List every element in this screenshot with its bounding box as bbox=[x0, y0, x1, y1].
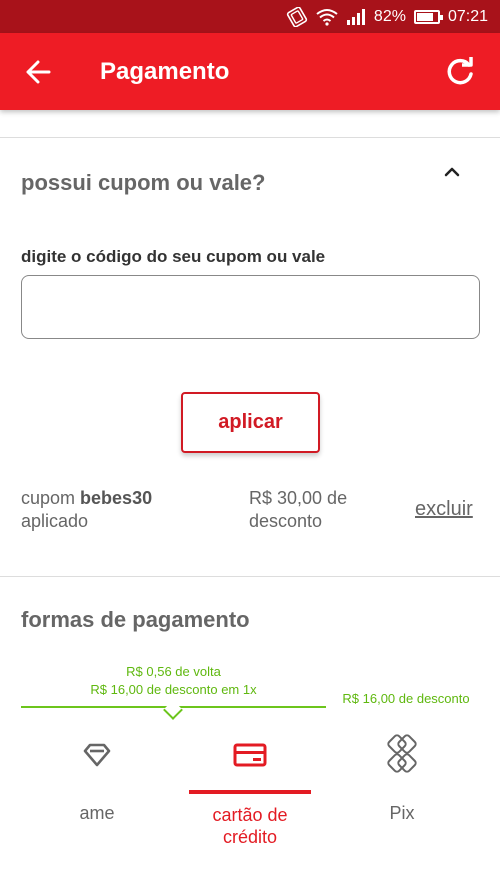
applied-suffix: aplicado bbox=[21, 511, 89, 531]
clock: 07:21 bbox=[447, 7, 488, 25]
selected-tab-indicator bbox=[189, 790, 311, 794]
signal-icon bbox=[346, 8, 366, 25]
applied-prefix: cupom bbox=[21, 488, 76, 508]
app-bar: Pagamento bbox=[0, 33, 500, 110]
payment-method-label: cartão de crédito bbox=[212, 805, 288, 847]
battery-icon bbox=[413, 9, 443, 24]
card-discount-text: R$ 16,00 de desconto em 1x bbox=[90, 682, 257, 697]
applied-coupon-info: cupom bebes30 aplicado bbox=[21, 487, 221, 533]
battery-percent: 82% bbox=[373, 7, 406, 25]
chevron-up-icon bbox=[444, 167, 460, 177]
remove-coupon-link[interactable]: excluir bbox=[415, 498, 473, 521]
discount-amount: R$ 30,00 de desconto bbox=[249, 488, 348, 531]
applied-coupon-code: bebes30 bbox=[80, 488, 153, 508]
coupon-input[interactable] bbox=[21, 275, 480, 339]
refresh-button[interactable] bbox=[420, 33, 500, 110]
card-promo: R$ 0,56 de volta R$ 16,00 de desconto em… bbox=[21, 663, 326, 699]
credit-card-icon bbox=[233, 743, 267, 766]
card-cashback-text: R$ 0,56 de volta bbox=[126, 664, 221, 679]
nfc-icon bbox=[286, 6, 308, 27]
collapse-button[interactable] bbox=[440, 160, 464, 184]
divider bbox=[0, 576, 500, 577]
wifi-icon bbox=[316, 8, 338, 26]
pix-icon bbox=[387, 734, 417, 773]
status-bar: 82% 07:21 bbox=[0, 0, 500, 33]
payment-method-pix[interactable]: Pix bbox=[326, 728, 478, 848]
pix-promo: R$ 16,00 de desconto bbox=[342, 691, 470, 706]
coupon-section-title: possui cupom ou vale? bbox=[21, 170, 266, 195]
divider bbox=[0, 137, 500, 138]
payment-method-label: ame bbox=[79, 803, 115, 823]
ame-icon bbox=[83, 743, 111, 767]
card-promo-pointer bbox=[163, 700, 183, 720]
battery-fill bbox=[416, 12, 433, 21]
refresh-icon bbox=[447, 56, 473, 84]
payment-method-label: Pix bbox=[389, 803, 415, 823]
payment-section-title: formas de pagamento bbox=[21, 607, 250, 632]
arrow-left-icon bbox=[26, 60, 51, 83]
back-button[interactable] bbox=[0, 33, 76, 110]
apply-coupon-button[interactable]: aplicar bbox=[181, 392, 320, 453]
page-title: Pagamento bbox=[100, 57, 230, 85]
payment-method-ame[interactable]: ame bbox=[21, 728, 173, 848]
coupon-field-label: digite o código do seu cupom ou vale bbox=[21, 247, 326, 266]
payment-method-credit-card[interactable]: cartão de crédito bbox=[189, 728, 311, 848]
